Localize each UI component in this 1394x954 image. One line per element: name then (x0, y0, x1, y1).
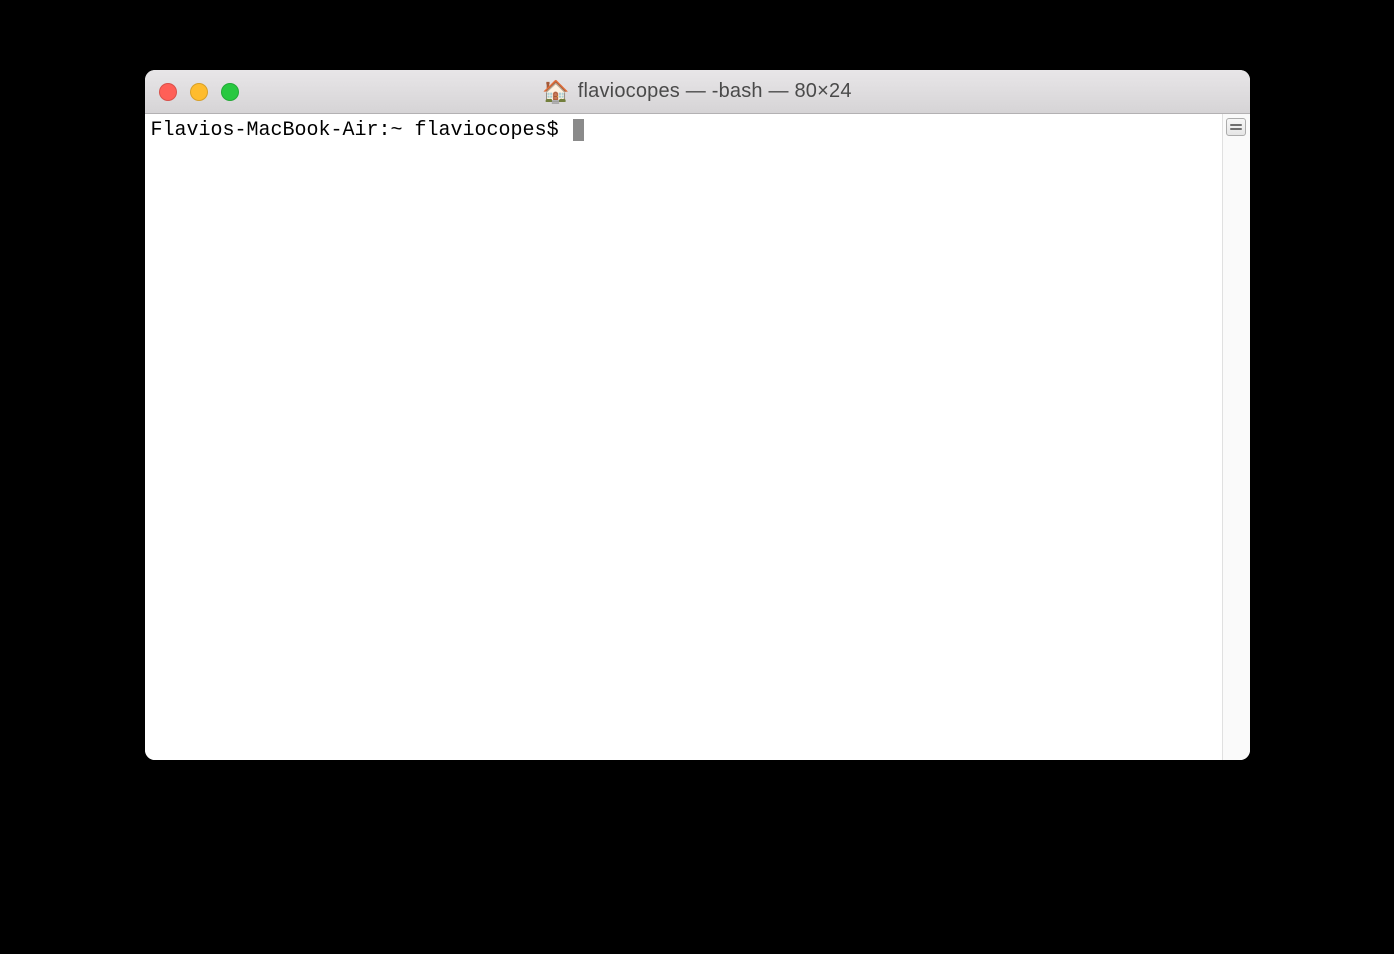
titlebar[interactable]: 🏠 flaviocopes — -bash — 80×24 (145, 70, 1250, 114)
home-icon: 🏠 (542, 81, 569, 103)
zoom-button[interactable] (221, 83, 239, 101)
minimize-button[interactable] (190, 83, 208, 101)
scroll-toggle-icon[interactable] (1226, 118, 1246, 136)
scrollbar[interactable] (1222, 114, 1250, 760)
content-wrap: Flavios-MacBook-Air:~ flaviocopes$ (145, 114, 1250, 760)
cursor (573, 119, 584, 141)
terminal-window: 🏠 flaviocopes — -bash — 80×24 Flavios-Ma… (145, 70, 1250, 760)
shell-prompt: Flavios-MacBook-Air:~ flaviocopes$ (151, 119, 571, 142)
title-wrap: 🏠 flaviocopes — -bash — 80×24 (145, 80, 1250, 103)
window-title: flaviocopes — -bash — 80×24 (578, 80, 852, 103)
close-button[interactable] (159, 83, 177, 101)
traffic-lights (145, 83, 239, 101)
terminal-body[interactable]: Flavios-MacBook-Air:~ flaviocopes$ (145, 114, 1222, 760)
